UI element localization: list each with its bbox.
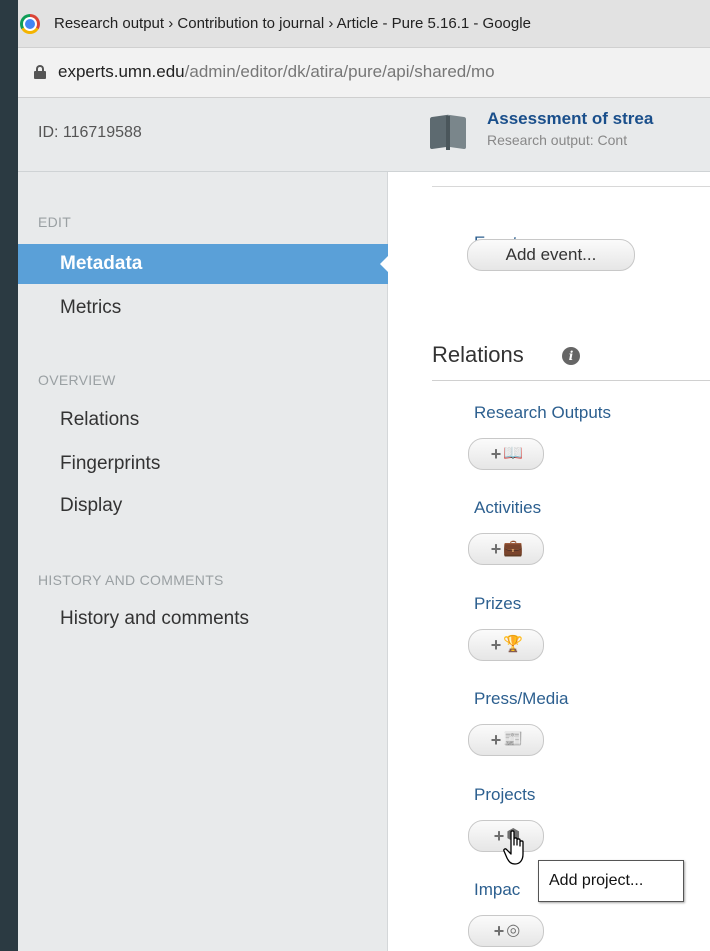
record-subtitle: Research output: Cont bbox=[487, 132, 628, 148]
plus-icon: + bbox=[490, 539, 502, 559]
relations-heading: Relations bbox=[432, 342, 524, 367]
add-research-output-button[interactable]: + 📖 bbox=[468, 438, 544, 470]
sidebar-section-overview: OVERVIEW bbox=[38, 372, 116, 388]
chrome-logo-icon bbox=[20, 14, 40, 34]
projects-label: Projects bbox=[474, 785, 536, 804]
divider bbox=[432, 380, 710, 381]
info-icon[interactable]: i bbox=[562, 347, 580, 365]
plus-icon: + bbox=[490, 730, 502, 750]
divider bbox=[432, 186, 710, 187]
record-id: ID: 116719588 bbox=[38, 124, 142, 141]
briefcase-icon: 💼 bbox=[503, 540, 524, 557]
add-impact-button[interactable]: + ◎ bbox=[468, 915, 544, 947]
plus-icon: + bbox=[490, 444, 502, 464]
tab-title[interactable]: Research output › Contribution to journa… bbox=[54, 15, 531, 32]
record-title: Assessment of strea bbox=[487, 109, 654, 128]
tooltip: Add project... bbox=[538, 860, 684, 902]
desktop-background bbox=[0, 0, 18, 951]
prizes-label: Prizes bbox=[474, 594, 522, 613]
url-text[interactable]: experts.umn.edu/admin/editor/dk/atira/pu… bbox=[58, 62, 495, 82]
browser-titlebar: Research output › Contribution to journa… bbox=[18, 0, 710, 48]
trophy-icon: 🏆 bbox=[503, 636, 524, 653]
sidebar-section-history: HISTORY AND COMMENTS bbox=[38, 572, 224, 588]
impact-label: Impac bbox=[474, 880, 521, 899]
sidebar-item-fingerprints[interactable]: Fingerprints bbox=[18, 444, 388, 484]
url-path: /admin/editor/dk/atira/pure/api/shared/m… bbox=[184, 62, 495, 81]
sidebar-item-relations[interactable]: Relations bbox=[18, 400, 388, 440]
plus-icon: + bbox=[493, 921, 505, 941]
browser-window: Research output › Contribution to journa… bbox=[18, 0, 710, 951]
sidebar-item-display[interactable]: Display bbox=[18, 486, 388, 526]
research-outputs-label: Research Outputs bbox=[474, 403, 612, 422]
lock-icon[interactable] bbox=[34, 65, 46, 79]
book-icon bbox=[426, 110, 470, 154]
editor-sidebar: EDIT Metadata Metrics OVERVIEW Relations… bbox=[18, 172, 389, 951]
book-icon: 📖 bbox=[503, 445, 524, 462]
target-icon: ◎ bbox=[506, 922, 521, 939]
press-media-label: Press/Media bbox=[474, 689, 569, 708]
sidebar-item-metrics[interactable]: Metrics bbox=[18, 288, 388, 328]
sidebar-section-edit: EDIT bbox=[38, 214, 72, 230]
add-event-button[interactable]: Add event... bbox=[467, 239, 635, 271]
url-host: experts.umn.edu bbox=[58, 62, 185, 81]
hand-cursor-icon bbox=[503, 830, 524, 865]
record-header: ID: 116719588 Assessment of strea Resear… bbox=[18, 98, 710, 172]
sidebar-item-history-and-comments[interactable]: History and comments bbox=[18, 599, 388, 639]
sidebar-item-metadata[interactable]: Metadata bbox=[18, 244, 389, 284]
activities-label: Activities bbox=[474, 498, 542, 517]
plus-icon: + bbox=[490, 635, 502, 655]
add-press-media-button[interactable]: + 📰 bbox=[468, 724, 544, 756]
add-activity-button[interactable]: + 💼 bbox=[468, 533, 544, 565]
editor-main: Event Add event... Relations i Research … bbox=[388, 172, 710, 951]
address-bar[interactable]: experts.umn.edu/admin/editor/dk/atira/pu… bbox=[18, 48, 710, 98]
add-prize-button[interactable]: + 🏆 bbox=[468, 629, 544, 661]
newspaper-icon: 📰 bbox=[503, 731, 524, 748]
